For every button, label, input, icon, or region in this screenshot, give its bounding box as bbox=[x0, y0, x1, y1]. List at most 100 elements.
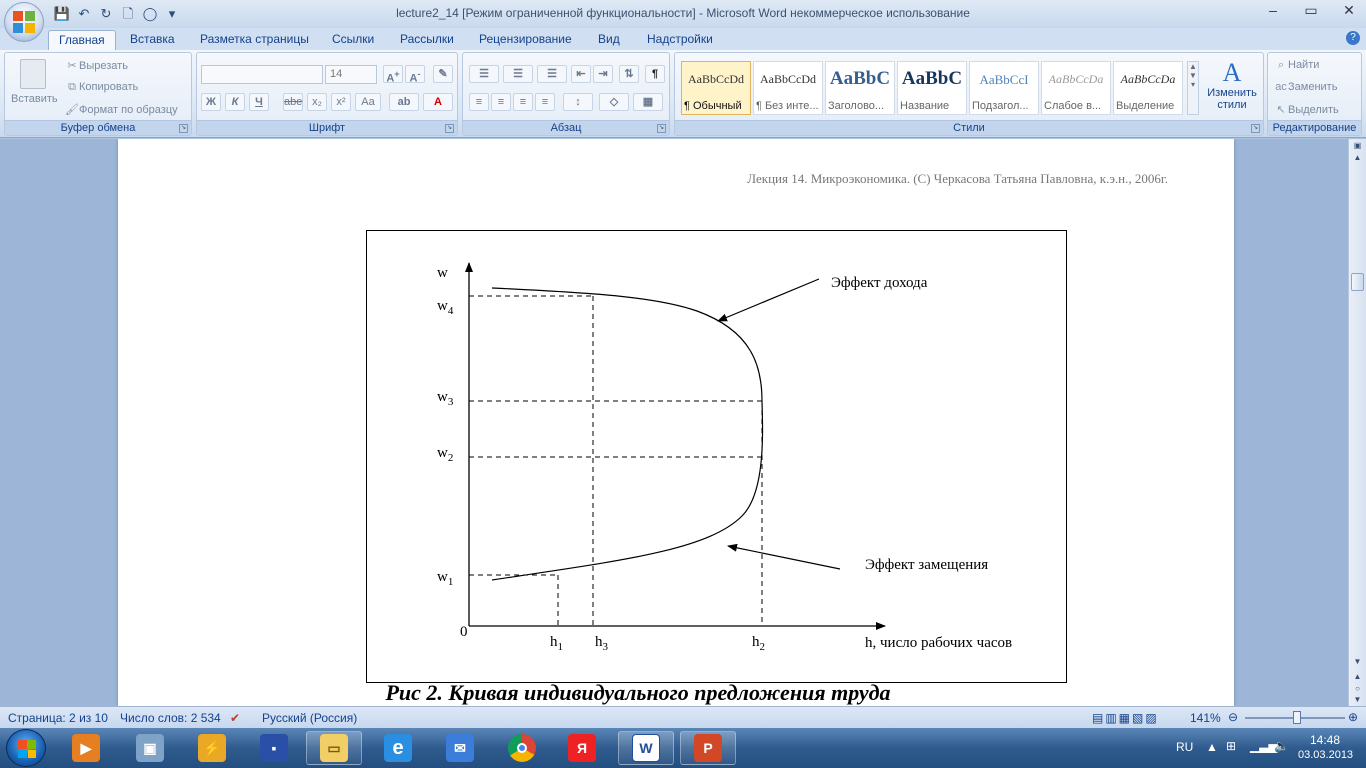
styles-gallery-scroll[interactable]: ▲ ▼ ▾ bbox=[1187, 61, 1199, 115]
previous-page-icon[interactable]: ▲ bbox=[1351, 672, 1364, 684]
language-indicator[interactable]: Русский (Россия) bbox=[262, 711, 357, 725]
document-page[interactable]: Лекция 14. Микроэкономика. (С) Черкасова… bbox=[118, 139, 1234, 706]
pilcrow-icon[interactable]: ¶ bbox=[645, 65, 665, 83]
strikethrough-button[interactable]: abe bbox=[283, 93, 303, 111]
scrollbar-thumb[interactable] bbox=[1351, 273, 1364, 291]
multilevel-list-icon[interactable]: ☰ bbox=[537, 65, 567, 83]
borders-icon[interactable]: ▦ bbox=[633, 93, 663, 111]
tab-review[interactable]: Рецензирование bbox=[469, 30, 582, 50]
sort-icon[interactable]: ⇅ bbox=[619, 65, 639, 83]
justify-icon[interactable]: ≡ bbox=[535, 93, 555, 111]
clock-time[interactable]: 14:48 bbox=[1310, 733, 1340, 747]
select-button[interactable]: ↖ Выделить bbox=[1274, 103, 1338, 116]
tab-home[interactable]: Главная bbox=[48, 30, 116, 50]
network-icon[interactable]: ⊞ bbox=[1226, 739, 1236, 753]
taskbar-pictures[interactable]: ▣ bbox=[122, 731, 178, 765]
font-color-icon[interactable]: A bbox=[423, 93, 453, 111]
paste-icon bbox=[20, 59, 46, 89]
italic-button[interactable]: К bbox=[225, 93, 245, 111]
taskbar-internet-explorer[interactable]: e bbox=[370, 731, 426, 765]
taskbar-word[interactable]: W bbox=[618, 731, 674, 765]
superscript-button[interactable]: x² bbox=[331, 93, 351, 111]
align-center-icon[interactable]: ≡ bbox=[491, 93, 511, 111]
style-subtle-emphasis[interactable]: AaBbCcDa Слабое в... bbox=[1041, 61, 1111, 115]
style-subtitle[interactable]: AaBbCcI Подзагол... bbox=[969, 61, 1039, 115]
align-right-icon[interactable]: ≡ bbox=[513, 93, 533, 111]
tab-references[interactable]: Ссылки bbox=[322, 30, 384, 50]
style-emphasis[interactable]: AaBbCcDa Выделение bbox=[1113, 61, 1183, 115]
style-title[interactable]: AaBbC Название bbox=[897, 61, 967, 115]
taskbar-chrome[interactable] bbox=[494, 731, 550, 765]
maximize-icon[interactable]: ▭ bbox=[1300, 2, 1322, 19]
taskbar-mail[interactable]: ✉ bbox=[432, 731, 488, 765]
input-language[interactable]: RU bbox=[1176, 740, 1193, 754]
proofing-icon[interactable]: ✔ bbox=[230, 711, 240, 725]
tab-view[interactable]: Вид bbox=[588, 30, 630, 50]
vertical-scrollbar[interactable]: ▣ ▲ ▼ ▲ ○ ▼ bbox=[1348, 139, 1366, 706]
group-label-editing: Редактирование bbox=[1268, 120, 1361, 135]
cut-button[interactable]: ✂ Вырезать bbox=[65, 59, 128, 72]
taskbar-explorer[interactable]: ▭ bbox=[306, 731, 362, 765]
highlight-icon[interactable]: ab bbox=[389, 93, 419, 111]
shading-icon[interactable]: ◇ bbox=[599, 93, 629, 111]
view-buttons[interactable]: ▤▥▦▧▨ bbox=[1092, 711, 1159, 725]
copy-button[interactable]: ⧉ Копировать bbox=[65, 81, 138, 94]
change-case-button[interactable]: Aa bbox=[355, 93, 381, 111]
paste-button[interactable]: Вставить bbox=[11, 57, 58, 117]
office-button[interactable] bbox=[4, 2, 44, 42]
ruler-toggle-icon[interactable]: ▣ bbox=[1351, 141, 1364, 153]
dialog-launcher-icon[interactable]: ↘ bbox=[657, 124, 666, 133]
font-name-input[interactable] bbox=[201, 65, 323, 84]
style-no-spacing[interactable]: AaBbCcDd ¶ Без инте... bbox=[753, 61, 823, 115]
zoom-out-icon[interactable]: ⊖ bbox=[1228, 710, 1238, 724]
replace-button[interactable]: acЗаменить bbox=[1274, 81, 1337, 93]
increase-indent-icon[interactable]: ⇥ bbox=[593, 65, 613, 83]
clear-format-button[interactable]: ✎ bbox=[433, 65, 453, 83]
word-count[interactable]: Число слов: 2 534 bbox=[120, 711, 221, 725]
group-label-clipboard: Буфер обмена bbox=[5, 120, 191, 135]
shrink-font-button[interactable]: A- bbox=[405, 65, 425, 85]
zoom-slider-thumb[interactable] bbox=[1293, 711, 1301, 724]
bold-button[interactable]: Ж bbox=[201, 93, 221, 111]
taskbar-yandex[interactable]: Я bbox=[554, 731, 610, 765]
zoom-level[interactable]: 141% bbox=[1190, 711, 1221, 725]
dialog-launcher-icon[interactable]: ↘ bbox=[1251, 124, 1260, 133]
document-area[interactable]: Лекция 14. Микроэкономика. (С) Черкасова… bbox=[0, 139, 1348, 706]
style-normal[interactable]: AaBbCcDd ¶ Обычный bbox=[681, 61, 751, 115]
change-styles-button[interactable]: A Изменить стили bbox=[1203, 59, 1261, 112]
bullets-icon[interactable]: ☰ bbox=[469, 65, 499, 83]
scroll-down-icon[interactable]: ▼ bbox=[1351, 657, 1364, 669]
tab-page-layout[interactable]: Разметка страницы bbox=[190, 30, 319, 50]
clock-date[interactable]: 03.03.2013 bbox=[1298, 749, 1353, 761]
page-count[interactable]: Страница: 2 из 10 bbox=[8, 711, 108, 725]
taskbar-save[interactable]: ▪ bbox=[246, 731, 302, 765]
font-size-input[interactable]: 14 bbox=[325, 65, 377, 84]
taskbar-powerpoint[interactable]: P bbox=[680, 731, 736, 765]
tab-insert[interactable]: Вставка bbox=[120, 30, 185, 50]
dialog-launcher-icon[interactable]: ↘ bbox=[179, 124, 188, 133]
start-button[interactable] bbox=[6, 729, 46, 767]
taskbar-winamp[interactable]: ⚡ bbox=[184, 731, 240, 765]
format-painter-button[interactable]: 🖌Формат по образцу bbox=[65, 103, 178, 116]
subscript-button[interactable]: x₂ bbox=[307, 93, 327, 111]
tab-addins[interactable]: Надстройки bbox=[637, 30, 723, 50]
underline-button[interactable]: Ч bbox=[249, 93, 269, 111]
zoom-in-icon[interactable]: ⊕ bbox=[1348, 710, 1358, 724]
help-icon[interactable]: ? bbox=[1346, 31, 1360, 45]
close-icon[interactable]: ✕ bbox=[1338, 2, 1360, 19]
decrease-indent-icon[interactable]: ⇤ bbox=[571, 65, 591, 83]
find-button[interactable]: ⌕ Найти bbox=[1274, 59, 1319, 72]
scroll-up-icon[interactable]: ▲ bbox=[1351, 153, 1364, 165]
minimize-icon[interactable]: – bbox=[1262, 2, 1284, 19]
numbering-icon[interactable]: ☰ bbox=[503, 65, 533, 83]
line-spacing-icon[interactable]: ↕ bbox=[563, 93, 593, 111]
volume-icon[interactable]: 🔈 bbox=[1274, 739, 1289, 753]
show-hidden-icons-icon[interactable]: ▲ bbox=[1206, 740, 1218, 754]
style-heading[interactable]: AaBbC Заголово... bbox=[825, 61, 895, 115]
taskbar-media-player[interactable]: ▶ bbox=[58, 731, 114, 765]
tab-mailings[interactable]: Рассылки bbox=[390, 30, 464, 50]
dialog-launcher-icon[interactable]: ↘ bbox=[445, 124, 454, 133]
align-left-icon[interactable]: ≡ bbox=[469, 93, 489, 111]
grow-font-button[interactable]: A+ bbox=[383, 65, 403, 85]
figure-frame[interactable]: w w4 w3 w2 w1 0 h1 h3 h2 h, число рабочи… bbox=[366, 230, 1067, 683]
